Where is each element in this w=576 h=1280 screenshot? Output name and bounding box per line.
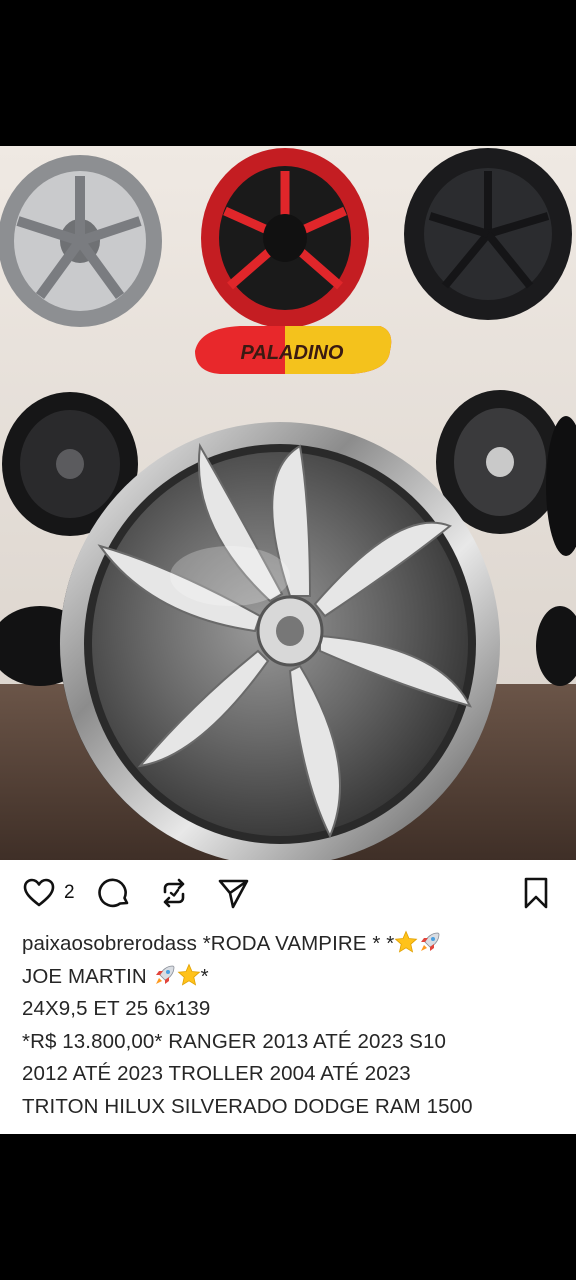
caption-line-4: *R$ 13.800,00* RANGER 2013 ATÉ 2023 S10 [22, 1029, 447, 1053]
bookmark-icon [524, 877, 548, 909]
heart-icon [23, 878, 55, 907]
silver-wheel-display [0, 155, 162, 327]
repost-button[interactable] [157, 876, 191, 910]
caption-text-2-suffix: * [200, 964, 209, 988]
bottom-black-bar [0, 1134, 576, 1280]
post-username[interactable]: paixaosobrerodass [22, 932, 197, 955]
top-black-bar [0, 0, 576, 146]
comment-icon [98, 878, 129, 908]
comment-button[interactable] [98, 876, 132, 910]
caption-text-1: *RODA VAMPIRE * * [202, 932, 395, 955]
like-button[interactable] [22, 876, 56, 910]
post-photo[interactable]: PALADINO [0, 146, 576, 860]
like-count[interactable]: 2 [64, 882, 75, 904]
post-actions-bar: 2 [0, 860, 576, 926]
sign-text: PALADINO [241, 342, 344, 364]
star-emoji [177, 962, 201, 986]
post-details: 2 paixaosobrerodass *RODA VAMPIRE * * JO… [0, 860, 576, 1134]
caption-line-6: TRITON HILUX SILVERADO DODGE RAM 1500 [22, 1094, 473, 1118]
share-button[interactable] [216, 876, 250, 910]
caption-line-2: JOE MARTIN * [22, 961, 558, 994]
save-button[interactable] [519, 876, 553, 910]
send-icon [218, 879, 249, 909]
caption-line-3: 24X9,5 ET 25 6x139 [22, 997, 211, 1020]
red-wheel-display [201, 148, 369, 328]
star-emoji [394, 930, 418, 953]
rocket-emoji [155, 965, 174, 984]
caption-line-5: 2012 ATÉ 2023 TROLLER 2004 ATÉ 2023 [22, 1062, 411, 1085]
black-wheel-display [404, 148, 572, 320]
caption-line-1: paixaosobrerodass *RODA VAMPIRE * * [22, 928, 558, 961]
wheel-photo-illustration: PALADINO [0, 146, 576, 860]
paladino-sign: PALADINO [195, 326, 392, 374]
caption-text-2: JOE MARTIN [22, 964, 153, 988]
repost-icon [163, 878, 185, 908]
rocket-emoji [421, 932, 440, 951]
post-caption: paixaosobrerodass *RODA VAMPIRE * * JOE … [22, 928, 558, 1123]
